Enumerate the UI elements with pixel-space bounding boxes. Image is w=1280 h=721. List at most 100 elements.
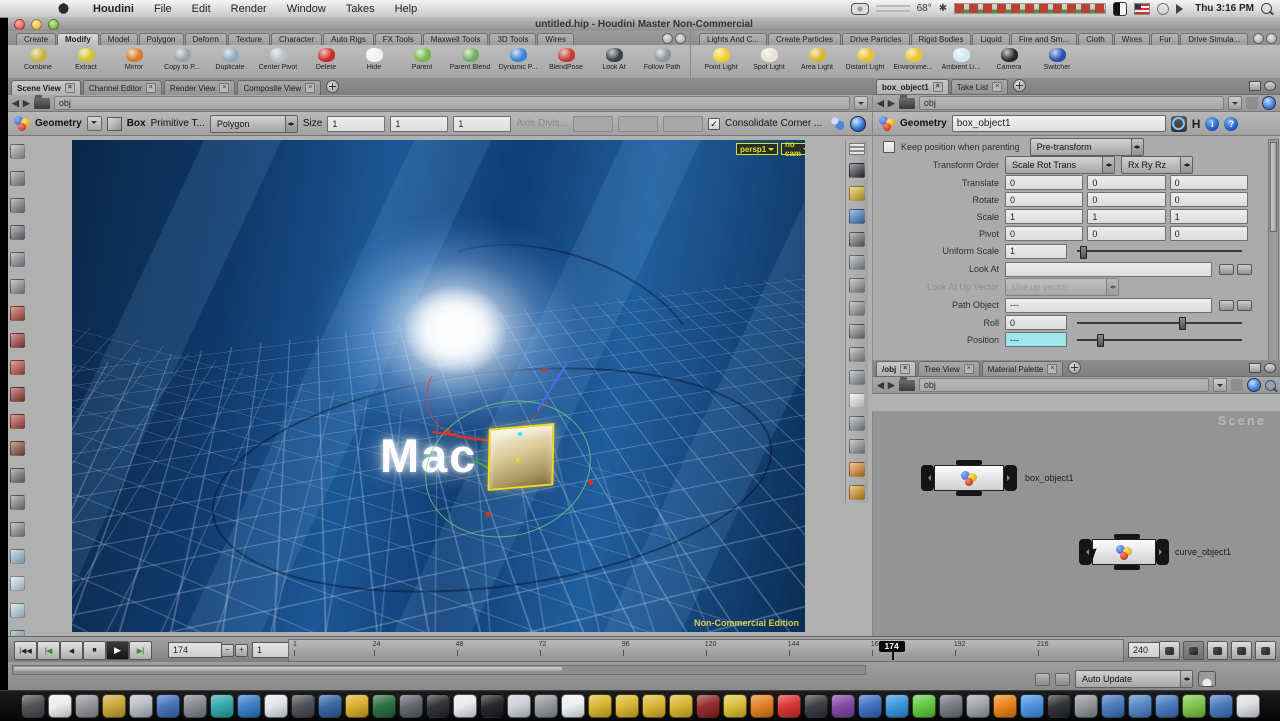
shelf-tool-extract[interactable]: Extract: [62, 46, 110, 78]
shelf-tab-maxwell-tools[interactable]: Maxwell Tools: [423, 33, 489, 45]
viewport-tool-icon-2[interactable]: [10, 171, 25, 186]
dock-app-icon-13[interactable]: [345, 694, 369, 718]
display-option-icon-7[interactable]: [849, 301, 865, 316]
display-option-icon-11[interactable]: [849, 393, 865, 408]
network-tab-material-palette[interactable]: Material Palette×: [982, 361, 1064, 376]
close-tab-icon[interactable]: ×: [1047, 364, 1057, 374]
volume-icon[interactable]: [1176, 4, 1188, 14]
path-field[interactable]: obj: [54, 96, 850, 110]
handle-dot-left[interactable]: [446, 430, 451, 435]
close-tab-icon[interactable]: ×: [933, 82, 943, 92]
node-input-connector[interactable]: [1114, 534, 1140, 539]
pivot-field-x[interactable]: 0: [1005, 226, 1083, 241]
viewport-tool-icon-10[interactable]: [10, 387, 25, 402]
current-frame-field[interactable]: 174: [168, 642, 222, 658]
position-field[interactable]: ---: [1005, 332, 1067, 347]
center-dot[interactable]: [516, 458, 520, 462]
viewport-tool-icon-15[interactable]: [10, 522, 25, 537]
shelf-tab-create-particles[interactable]: Create Particles: [768, 33, 841, 45]
dock-app-icon-17[interactable]: [453, 694, 477, 718]
op-select-icon[interactable]: [1219, 264, 1234, 275]
shelf-tab-fire-and-sm[interactable]: Fire and Sm...: [1011, 33, 1077, 45]
close-tab-icon[interactable]: ×: [146, 83, 156, 93]
consolidate-checkbox[interactable]: ✓: [708, 118, 720, 130]
dock-app-icon-4[interactable]: [102, 694, 126, 718]
menu-item-houdini[interactable]: Houdini: [83, 2, 144, 16]
close-tab-icon[interactable]: ×: [305, 83, 315, 93]
follow-selection-icon[interactable]: [1262, 96, 1276, 110]
camera-select-label[interactable]: no cam: [781, 143, 805, 155]
scale-field-y[interactable]: 1: [1087, 209, 1165, 224]
network-editor[interactable]: Scene box_object1 curve_object1 Non-Comm…: [872, 411, 1280, 662]
shelf-tool-parent-blend[interactable]: Parent Blend: [446, 46, 494, 78]
shelf-tool-parent[interactable]: Parent: [398, 46, 446, 78]
size-x-field[interactable]: 1: [327, 116, 385, 132]
close-tab-icon[interactable]: ×: [219, 83, 229, 93]
rotate-field-x[interactable]: 0: [1005, 192, 1083, 207]
shelf-tab-auto-rigs[interactable]: Auto Rigs: [323, 33, 374, 45]
shelf-tab-texture[interactable]: Texture: [228, 33, 270, 45]
dock-app-icon-2[interactable]: [48, 694, 72, 718]
dock-app-icon-9[interactable]: [237, 694, 261, 718]
dock-app-icon-1[interactable]: [21, 694, 45, 718]
memory-gauge-icon[interactable]: [1198, 671, 1216, 687]
dock-app-icon-5[interactable]: [129, 694, 153, 718]
network-tab-tree-view[interactable]: Tree View×: [918, 361, 980, 376]
close-tab-icon[interactable]: ×: [992, 82, 1002, 92]
viewport-tool-icon-14[interactable]: [10, 495, 25, 510]
close-tab-icon[interactable]: ×: [65, 83, 75, 93]
left-pane-tab-render-view[interactable]: Render View×: [164, 80, 236, 95]
menu-item-edit[interactable]: Edit: [182, 2, 221, 16]
playbar-settings-button[interactable]: [1159, 641, 1180, 660]
close-tab-icon[interactable]: ×: [964, 364, 974, 374]
menu-item-render[interactable]: Render: [221, 2, 277, 16]
dock-app-icon-34[interactable]: [912, 694, 936, 718]
path-dropdown-icon[interactable]: [854, 96, 868, 110]
shelf-tab-fx-tools[interactable]: FX Tools: [375, 33, 422, 45]
dock-app-icon-45[interactable]: [1209, 694, 1233, 718]
pin-pane-icon[interactable]: [1246, 97, 1258, 109]
viewport-tool-icon-11[interactable]: [10, 414, 25, 429]
uniform-scale-slider[interactable]: [1077, 250, 1242, 252]
shelf-tool-duplicate[interactable]: Duplicate: [206, 46, 254, 78]
shelf-tab-wires[interactable]: Wires: [1114, 33, 1150, 45]
dock-app-icon-33[interactable]: [885, 694, 909, 718]
viewport-tool-icon-17[interactable]: [10, 576, 25, 591]
menu-item-window[interactable]: Window: [277, 2, 336, 16]
pane-menu-icon[interactable]: [1264, 363, 1276, 373]
houdini-expr-button[interactable]: H: [1192, 117, 1201, 131]
dock-app-icon-38[interactable]: [1020, 694, 1044, 718]
display-option-icon-3[interactable]: [849, 209, 865, 224]
shelf-tool-spot-light[interactable]: Spot Light: [745, 46, 793, 78]
shelf-tool-delete[interactable]: Delete: [302, 46, 350, 78]
shelf-scroll-right-button[interactable]: [1266, 33, 1277, 44]
viewport-3d-scene[interactable]: Mac persp1 no cam Non-Commercial Edition: [72, 140, 805, 632]
viewport-tool-icon-7[interactable]: [10, 306, 25, 321]
pane-maximize-icon[interactable]: [1249, 81, 1261, 91]
translate-field-x[interactable]: 0: [1005, 175, 1083, 190]
menu-item-help[interactable]: Help: [385, 2, 428, 16]
path-field[interactable]: obj: [919, 96, 1224, 110]
display-option-icon-12[interactable]: [849, 416, 865, 431]
roll-slider[interactable]: [1077, 322, 1242, 324]
playbar-extra-button[interactable]: [1255, 641, 1276, 660]
shelf-tool-switcher[interactable]: Switcher: [1033, 46, 1081, 78]
shelf-tool-follow-path[interactable]: Follow Path: [638, 46, 686, 78]
update-mode-dropdown[interactable]: Auto Update: [1075, 670, 1193, 688]
left-pane-tab-composite-view[interactable]: Composite View×: [237, 80, 321, 95]
toolbar-grip[interactable]: [849, 143, 865, 155]
frame-decrement-button[interactable]: −: [221, 644, 234, 657]
viewport-tool-icon-8[interactable]: [10, 333, 25, 348]
current-frame-marker[interactable]: [892, 652, 894, 660]
frame-increment-button[interactable]: +: [235, 644, 248, 657]
shelf-tab-polygon[interactable]: Polygon: [139, 33, 184, 45]
translate-field-y[interactable]: 0: [1087, 175, 1165, 190]
dock-app-icon-27[interactable]: [723, 694, 747, 718]
shelf-tab-create[interactable]: Create: [16, 33, 56, 45]
next-key-button[interactable]: ▶|: [129, 641, 152, 660]
dock-app-icon-46[interactable]: [1236, 694, 1260, 718]
viewport-tool-icon-3[interactable]: [10, 198, 25, 213]
close-tab-icon[interactable]: ×: [900, 364, 910, 374]
display-option-icon-9[interactable]: [849, 347, 865, 362]
left-pane-tab-scene-view[interactable]: Scene View×: [11, 80, 81, 95]
